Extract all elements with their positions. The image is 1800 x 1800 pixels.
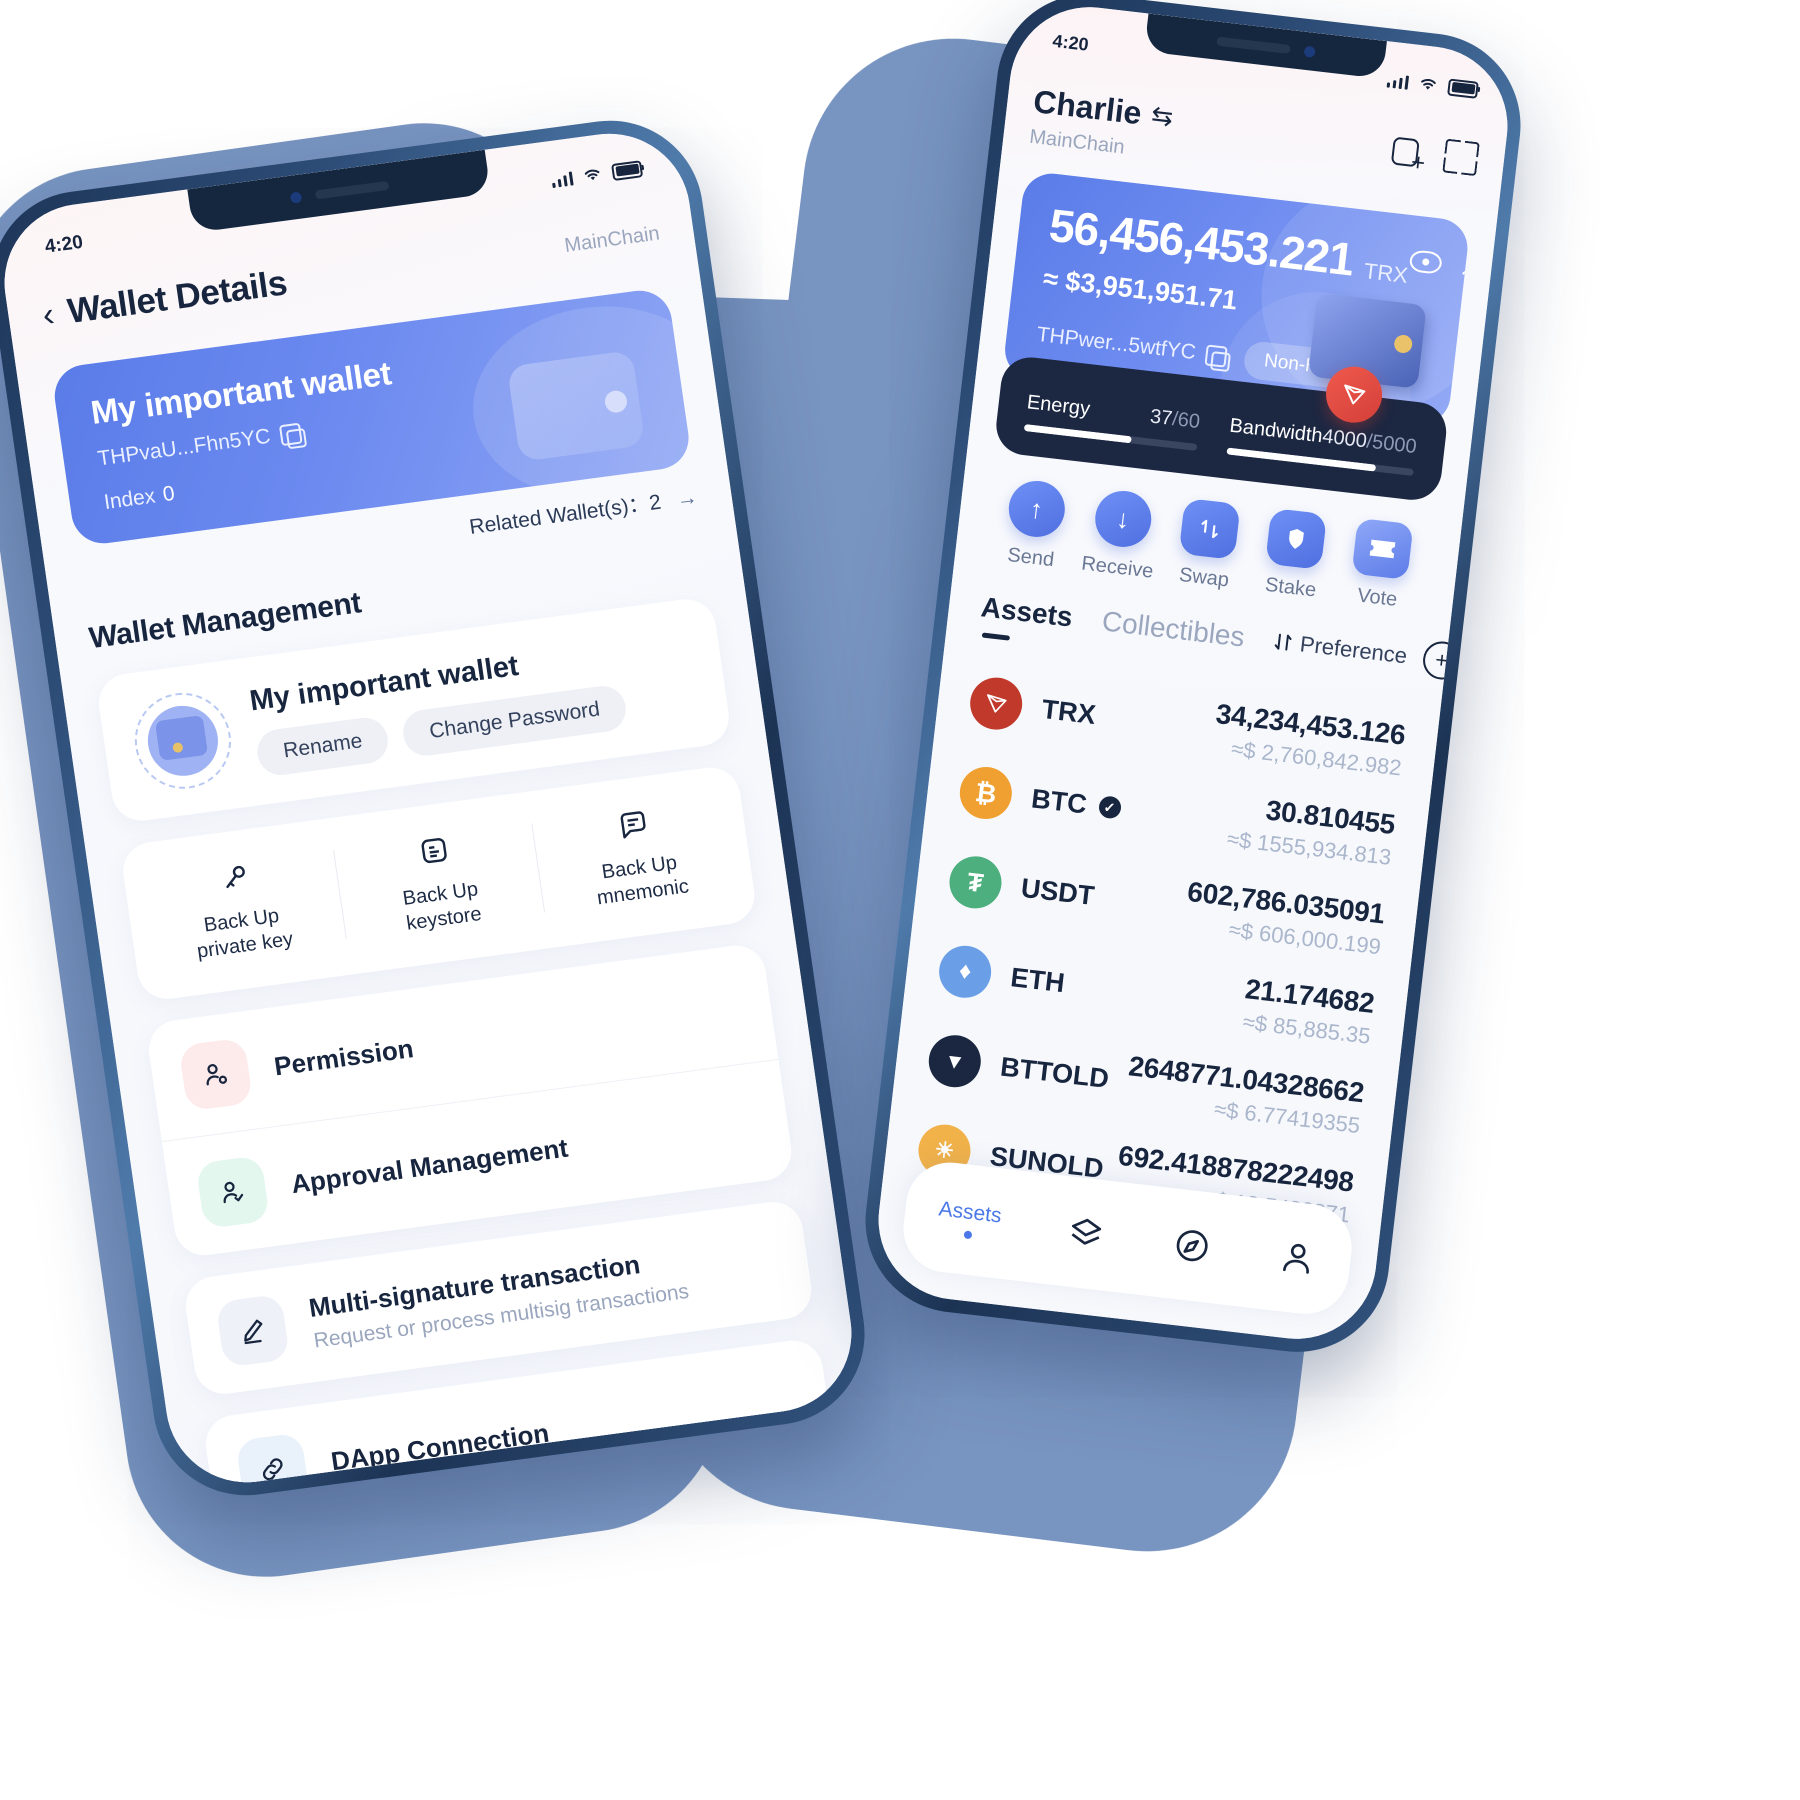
tabbar-assets-label: Assets bbox=[937, 1197, 1003, 1228]
arrow-down-icon: ↓ bbox=[1092, 487, 1155, 550]
tabbar-item-layers[interactable] bbox=[1064, 1211, 1108, 1255]
backup-keystore-button[interactable]: Back Up keystore bbox=[332, 817, 545, 944]
action-stake[interactable]: Stake bbox=[1246, 506, 1343, 604]
bitcoin-icon: ₿ bbox=[957, 764, 1015, 822]
action-receive-label: Receive bbox=[1080, 552, 1155, 583]
rename-button[interactable]: Rename bbox=[254, 714, 392, 778]
tabbar-item-assets[interactable]: Assets bbox=[936, 1197, 1003, 1242]
shield-icon bbox=[1265, 507, 1328, 571]
asset-list: TRX 34,234,453.126 ≈$ 2,760,842.982 ₿ BT… bbox=[907, 655, 1414, 1243]
status-time: 4:20 bbox=[43, 231, 85, 258]
backup-mnemonic-button[interactable]: Back Up mnemonic bbox=[531, 791, 744, 918]
verified-badge-icon: ✓ bbox=[1097, 795, 1122, 820]
action-vote[interactable]: Vote bbox=[1333, 516, 1430, 614]
asset-symbol: ETH bbox=[1009, 961, 1067, 998]
profile-icon bbox=[1282, 1243, 1309, 1274]
preference-label: Preference bbox=[1298, 631, 1409, 669]
ticket-icon bbox=[1351, 517, 1414, 581]
battery-icon bbox=[610, 159, 644, 181]
tether-icon: ₮ bbox=[946, 853, 1005, 912]
user-permission-icon bbox=[178, 1037, 254, 1112]
resource-bandwidth-used: 4000 bbox=[1321, 425, 1368, 453]
action-swap-label: Swap bbox=[1177, 563, 1231, 592]
action-swap[interactable]: Swap bbox=[1159, 496, 1256, 594]
battery-icon bbox=[1447, 77, 1479, 99]
resource-energy: Energy 37/60 bbox=[1023, 391, 1202, 451]
tabbar-item-explore[interactable] bbox=[1170, 1223, 1214, 1267]
copy-icon[interactable] bbox=[278, 422, 303, 446]
copy-icon[interactable] bbox=[1204, 343, 1228, 368]
page-title: Wallet Details bbox=[65, 263, 290, 332]
switch-account-icon[interactable]: ⇆ bbox=[1150, 100, 1175, 133]
user-check-icon bbox=[195, 1155, 271, 1230]
link-icon bbox=[235, 1432, 311, 1493]
resource-energy-used: 37 bbox=[1148, 405, 1174, 430]
action-receive[interactable]: ↓ Receive bbox=[1073, 486, 1170, 584]
action-send-label: Send bbox=[1006, 543, 1056, 572]
status-time: 4:20 bbox=[1051, 30, 1090, 55]
add-wallet-icon[interactable] bbox=[1389, 132, 1427, 170]
wallet-index-value: 0 bbox=[161, 481, 177, 507]
pencil-icon bbox=[215, 1293, 291, 1368]
action-send[interactable]: ↑ Send bbox=[986, 476, 1083, 574]
tron-icon bbox=[967, 674, 1025, 733]
cellular-signal-icon bbox=[1386, 72, 1410, 90]
wallet-address-text: THPwer...5wtfYC bbox=[1035, 322, 1198, 365]
wallet-address-text: THPvaU...Fhn5YC bbox=[96, 424, 272, 471]
asset-symbol: BTTOLD bbox=[998, 1051, 1111, 1094]
layers-icon bbox=[1071, 1218, 1102, 1245]
action-vote-label: Vote bbox=[1356, 584, 1399, 611]
chain-label: MainChain bbox=[562, 221, 661, 257]
sort-icon bbox=[1274, 633, 1292, 651]
account-name: Charlie bbox=[1031, 83, 1144, 132]
asset-symbol: TRX bbox=[1040, 693, 1098, 730]
menu-item-permission-label: Permission bbox=[272, 1032, 416, 1081]
tab-collectibles[interactable]: Collectibles bbox=[1100, 605, 1246, 653]
action-stake-label: Stake bbox=[1263, 573, 1318, 602]
wallet-index-label: Index bbox=[102, 484, 157, 515]
tabbar-item-profile[interactable] bbox=[1275, 1236, 1319, 1280]
asset-symbol: USDT bbox=[1019, 872, 1096, 911]
active-indicator-dot bbox=[963, 1230, 972, 1240]
wifi-icon bbox=[584, 169, 600, 181]
scan-qr-icon[interactable] bbox=[1442, 138, 1480, 177]
bittorrent-icon: ▾ bbox=[925, 1032, 984, 1091]
resource-bandwidth-total: 5000 bbox=[1370, 431, 1418, 459]
change-password-button[interactable]: Change Password bbox=[400, 682, 629, 758]
add-token-icon[interactable]: + bbox=[1420, 639, 1464, 682]
explore-icon bbox=[1176, 1230, 1208, 1262]
tab-assets[interactable]: Assets bbox=[979, 591, 1074, 633]
ethereum-icon: ♦ bbox=[936, 942, 994, 1001]
resource-energy-label: Energy bbox=[1025, 391, 1092, 421]
backup-private-key-button[interactable]: Back Up private key bbox=[133, 844, 346, 971]
resource-bandwidth-label: Bandwidth bbox=[1228, 414, 1324, 448]
avatar[interactable] bbox=[128, 686, 238, 795]
backup-mnemonic-label: Back Up mnemonic bbox=[595, 851, 691, 910]
backup-private-key-label: Back Up private key bbox=[195, 904, 295, 963]
related-wallets-label: Related Wallet(s)：2 bbox=[467, 490, 663, 539]
resource-energy-total: 60 bbox=[1176, 408, 1202, 434]
cellular-signal-icon bbox=[550, 170, 574, 188]
menu-item-approval-management-label: Approval Management bbox=[289, 1132, 570, 1199]
arrow-right-icon: → bbox=[674, 485, 700, 512]
back-button[interactable]: ‹ bbox=[40, 295, 57, 334]
asset-symbol: BTC bbox=[1029, 782, 1089, 820]
arrow-up-icon: ↑ bbox=[1005, 477, 1068, 540]
resource-bandwidth: Bandwidth 4000/5000 bbox=[1226, 414, 1418, 476]
backup-keystore-label: Back Up keystore bbox=[401, 878, 484, 935]
preference-button[interactable]: Preference bbox=[1273, 628, 1409, 669]
wifi-icon bbox=[1421, 79, 1436, 90]
swap-icon bbox=[1178, 497, 1241, 560]
wallet-illustration bbox=[506, 350, 646, 462]
